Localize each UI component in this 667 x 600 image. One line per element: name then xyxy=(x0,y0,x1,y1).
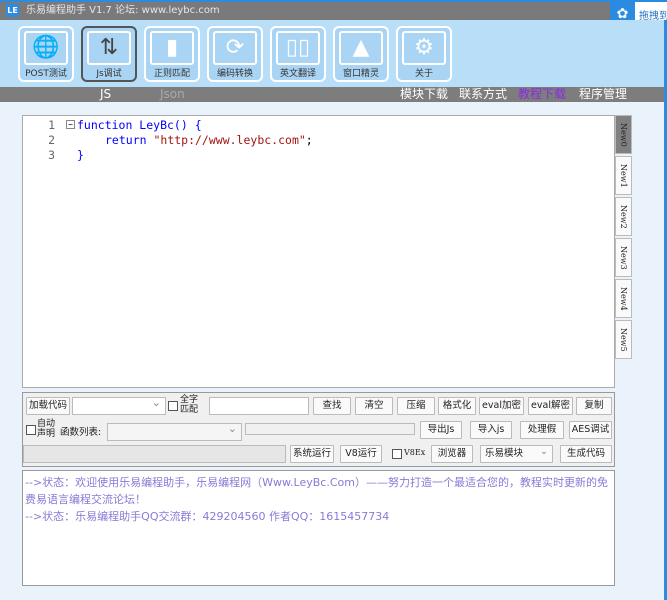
status-field xyxy=(23,445,286,463)
code-string: "http://www.leybc.com" xyxy=(153,133,306,147)
tab-bar: JS Json 模块下载 联系方式 教程下载 程序管理 xyxy=(0,87,664,102)
globe-icon: 🌐 xyxy=(24,31,68,65)
label: Js调试 xyxy=(96,69,122,79)
format-button[interactable]: 格式化 xyxy=(438,397,476,415)
side-tab-new2[interactable]: New2 xyxy=(615,197,632,236)
title-bar: LE 乐易编程助手 V1.7 论坛: www.leybc.com xyxy=(0,0,610,20)
gear-icon: ⚙ xyxy=(402,31,446,65)
auto-declare-checkbox[interactable] xyxy=(26,425,36,435)
label: 英文翻译 xyxy=(279,69,316,79)
code-line: return "http://www.leybc.com"; xyxy=(105,133,313,147)
fold-icon[interactable]: − xyxy=(66,120,75,129)
aes-debug-button[interactable]: AES调试 xyxy=(569,421,612,439)
log-line: -->状态：乐易编程助手QQ交流群：429204560 作者QQ：1615457… xyxy=(25,510,390,523)
eval-decrypt-button[interactable]: eval解密 xyxy=(528,397,573,415)
link-contact[interactable]: 联系方式 xyxy=(459,87,507,102)
side-tab-new3[interactable]: New3 xyxy=(615,238,632,277)
handle-fake-button[interactable]: 处理假 xyxy=(520,421,564,439)
about-button[interactable]: ⚙ 关于 xyxy=(396,26,452,82)
window-spy-button[interactable]: ▲ 窗口精灵 xyxy=(333,26,389,82)
generate-code-button[interactable]: 生成代码 xyxy=(560,445,612,463)
code-keyword: return xyxy=(105,133,154,147)
label: 编码转换 xyxy=(216,69,253,79)
code-editor[interactable]: 1 2 3 − function LeyBc() { return "http:… xyxy=(22,115,615,388)
function-list-label: 函数列表: xyxy=(60,427,102,438)
load-code-button[interactable]: 加载代码 xyxy=(26,397,70,415)
function-list-select[interactable] xyxy=(107,422,242,441)
export-js-button[interactable]: 导出Js xyxy=(420,421,462,439)
screen-icon: ▲ xyxy=(339,31,383,65)
regex-button[interactable]: ▮ 正则匹配 xyxy=(144,26,200,82)
system-run-button[interactable]: 系统运行 xyxy=(290,445,334,463)
side-tab-new4[interactable]: New4 xyxy=(615,279,632,318)
eval-encrypt-button[interactable]: eval加密 xyxy=(479,397,524,415)
link-program-manage[interactable]: 程序管理 xyxy=(579,87,627,102)
link-tutorial-download[interactable]: 教程下载 xyxy=(518,87,566,102)
progress-bar xyxy=(245,423,415,435)
side-tabs: New0 New1 New2 New3 New4 New5 xyxy=(615,115,632,361)
app-logo: LE xyxy=(6,4,19,17)
post-test-button[interactable]: 🌐 POST测试 xyxy=(18,26,74,82)
copy-button[interactable]: 复制 xyxy=(576,397,612,415)
side-tab-new1[interactable]: New1 xyxy=(615,156,632,195)
book-icon: ▯▯ xyxy=(276,31,320,65)
code-text: } xyxy=(77,148,84,162)
v8-run-button[interactable]: V8运行 xyxy=(340,445,382,463)
line-number: 1 xyxy=(48,118,55,132)
link-module-download[interactable]: 模块下载 xyxy=(400,87,448,102)
auto-declare-label: 自动声明 xyxy=(37,419,56,439)
v8ex-checkbox[interactable] xyxy=(392,449,402,459)
whole-word-label: 全字匹配 xyxy=(180,395,199,415)
v8ex-label: V8Ex xyxy=(404,448,426,457)
tab-js[interactable]: JS xyxy=(100,87,111,102)
label: 正则匹配 xyxy=(153,69,190,79)
find-button[interactable]: 查找 xyxy=(313,397,351,415)
control-panel: 加载代码 全字匹配 查找 清空 压缩 格式化 eval加密 eval解密 复制 … xyxy=(22,392,615,467)
label: 关于 xyxy=(414,69,433,79)
load-code-select[interactable] xyxy=(72,396,166,415)
log-line: -->状态：欢迎使用乐易编程助手，乐易编程网（Www.LeyBc.Com）——努… xyxy=(25,476,608,506)
search-input[interactable] xyxy=(209,397,309,415)
toolbar-ribbon: 🌐 POST测试 ⇅ Js调试 ▮ 正则匹配 ⟳ 编码转换 ▯▯ 英文翻译 ▲ 窗口精灵 ⚙… xyxy=(0,20,664,87)
side-tab-new5[interactable]: New5 xyxy=(615,320,632,359)
clear-button[interactable]: 清空 xyxy=(355,397,393,415)
label: POST测试 xyxy=(25,69,67,79)
code-line: } xyxy=(77,148,84,162)
compress-button[interactable]: 压缩 xyxy=(397,397,435,415)
side-tab-new0[interactable]: New0 xyxy=(615,115,632,154)
encoding-button[interactable]: ⟳ 编码转换 xyxy=(207,26,263,82)
swap-arrows-icon: ⇅ xyxy=(87,31,131,65)
import-js-button[interactable]: 导入js xyxy=(470,421,512,439)
status-log: -->状态：欢迎使用乐易编程助手，乐易编程网（Www.LeyBc.Com）——努… xyxy=(22,470,615,586)
browser-button[interactable]: 浏览器 xyxy=(431,445,473,463)
translate-button[interactable]: ▯▯ 英文翻译 xyxy=(270,26,326,82)
document-icon: ▮ xyxy=(150,31,194,65)
code-text: ; xyxy=(305,133,313,147)
code-text: function LeyBc() { xyxy=(77,118,202,132)
module-select[interactable]: 乐易模块 xyxy=(480,444,553,463)
code-line: function LeyBc() { xyxy=(77,118,202,132)
refresh-icon: ⟳ xyxy=(213,31,257,65)
label: 窗口精灵 xyxy=(342,69,379,79)
tab-json[interactable]: Json xyxy=(160,87,185,102)
line-number: 2 xyxy=(48,133,55,147)
whole-word-checkbox[interactable] xyxy=(168,401,178,411)
js-debug-button[interactable]: ⇅ Js调试 xyxy=(81,26,137,82)
window-title: 乐易编程助手 V1.7 论坛: www.leybc.com xyxy=(26,5,220,16)
line-number: 3 xyxy=(48,148,55,162)
